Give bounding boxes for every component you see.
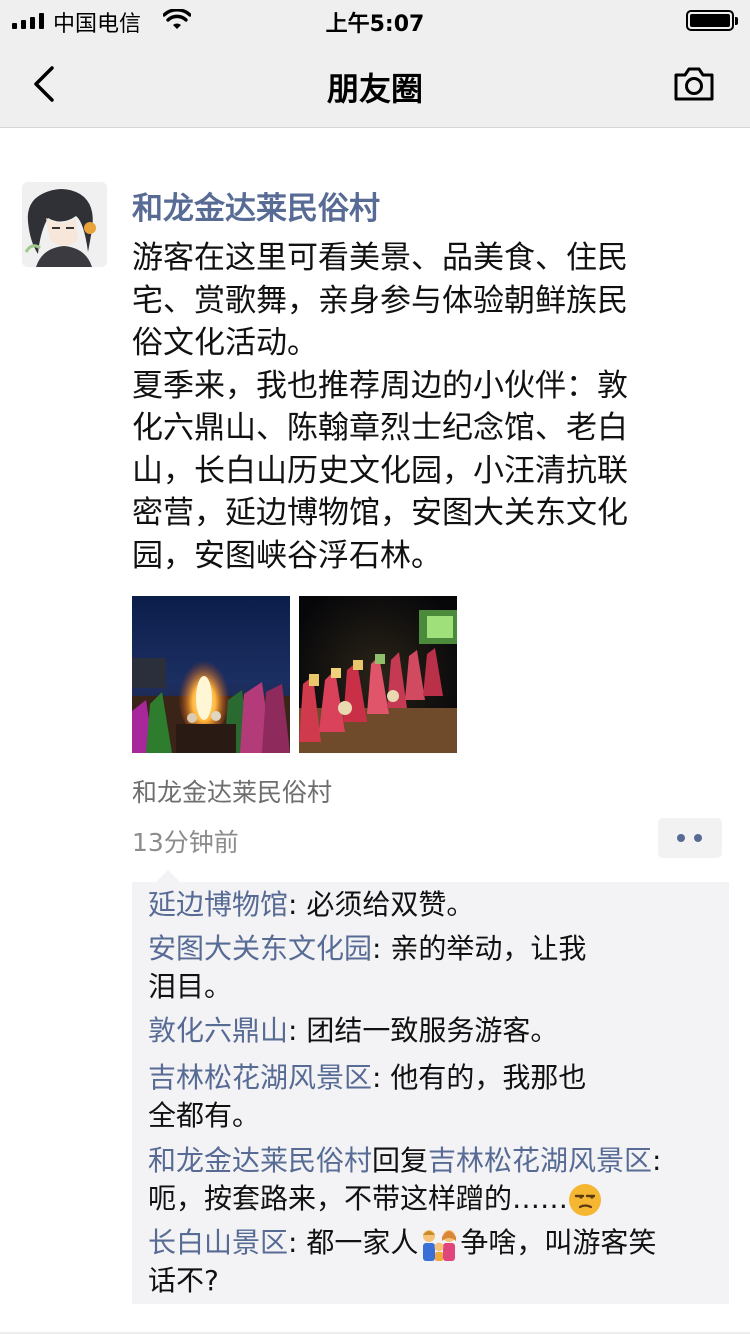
post-text-line: 俗文化活动。 (132, 325, 318, 361)
comment-text: 呃，按套路来，不带这样蹭的…… (148, 1182, 569, 1215)
comment[interactable]: 安图大关东文化园: 亲的举动，让我 泪目。 (148, 930, 718, 1006)
post-author[interactable]: 和龙金达莱民俗村 (132, 183, 380, 228)
comment-text: 泪目。 (148, 970, 233, 1003)
comment-author[interactable]: 敦化六鼎山 (148, 1014, 288, 1047)
post-text-line: 园，安图峡谷浮石林。 (132, 537, 442, 574)
comments-panel: 延边博物馆: 必须给双赞。 安图大关东文化园: 亲的举动，让我 泪目。 敦化六鼎… (132, 870, 729, 1304)
comment-text: : 亲的举动，让我 (372, 932, 587, 965)
comment-text: : 必须给双赞。 (288, 888, 475, 921)
post-text-line: 化六鼎山、陈翰章烈士纪念馆、老白 (132, 410, 628, 446)
post-photo-dancers[interactable] (299, 596, 457, 753)
comment-author[interactable]: 吉林松花湖风景区 (148, 1061, 372, 1094)
status-bar: 中国电信 上午5:07 (0, 0, 750, 40)
battery-icon (686, 10, 738, 31)
comment[interactable]: 敦化六鼎山: 团结一致服务游客。 (148, 1012, 718, 1050)
comment-text: : 他有的，我那也 (372, 1061, 587, 1094)
reply-target[interactable]: 吉林松花湖风景区 (428, 1144, 652, 1177)
nav-bar: 朋友圈 (0, 40, 750, 128)
post-timestamp: 13分钟前 (132, 828, 239, 857)
comment-author[interactable]: 安图大关东文化园 (148, 932, 372, 965)
camera-icon[interactable] (672, 64, 716, 104)
page-title: 朋友圈 (326, 70, 423, 108)
comment-text: 全都有。 (148, 1099, 261, 1132)
family-icon (423, 1230, 457, 1261)
comment-reply[interactable]: 和龙金达莱民俗村回复吉林松花湖风景区: 呃，按套路来，不带这样蹭的…… (148, 1142, 718, 1218)
post-text-line: 夏季来，我也推荐周边的小伙伴：敦 (132, 367, 628, 404)
comment[interactable]: 吉林松花湖风景区: 他有的，我那也 全都有。 (148, 1059, 718, 1135)
post-location[interactable]: 和龙金达莱民俗村 (132, 773, 332, 809)
comment-text: : (652, 1144, 662, 1177)
post-text: 游客在这里可看美景、品美食、住民 宅、赏歌舞，亲身参与体验朝鲜族民 俗文化活动。… (132, 237, 692, 577)
post-text-line: 密营，延边博物馆，安图大关东文化 (132, 495, 628, 531)
reply-label: 回复 (372, 1144, 429, 1177)
post-photo-bonfire[interactable] (132, 596, 290, 753)
comment[interactable]: 长白山景区: 都一家人 争啥，叫游客笑 话不? (148, 1224, 718, 1300)
comment-text: 话不? (148, 1264, 219, 1297)
comment-text: 争啥，叫游客笑 (460, 1226, 657, 1259)
comment-author[interactable]: 和龙金达莱民俗村 (148, 1144, 372, 1177)
unamused-face-icon (569, 1184, 602, 1216)
comment[interactable]: 延边博物馆: 必须给双赞。 (148, 886, 718, 924)
comment-text: : 团结一致服务游客。 (288, 1014, 559, 1047)
comment-author[interactable]: 延边博物馆 (148, 888, 288, 921)
more-dots-icon[interactable] (658, 818, 722, 858)
comment-author[interactable]: 长白山景区 (148, 1226, 288, 1259)
status-time: 上午5:07 (325, 12, 425, 37)
post-text-line: 山，长白山历史文化园，小汪清抗联 (132, 452, 628, 489)
comment-text: : 都一家人 (288, 1226, 419, 1259)
post-text-line: 宅、赏歌舞，亲身参与体验朝鲜族民 (132, 282, 628, 319)
post-text-line: 游客在这里可看美景、品美食、住民 (132, 240, 628, 276)
avatar[interactable] (22, 182, 107, 267)
